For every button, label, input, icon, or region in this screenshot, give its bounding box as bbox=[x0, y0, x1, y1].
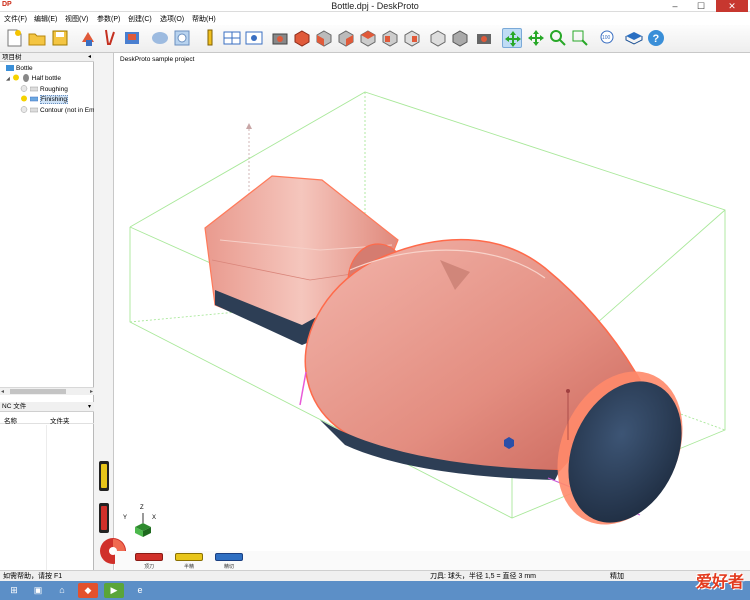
menu-file[interactable]: 文件(F) bbox=[4, 14, 27, 24]
pin-icon[interactable]: ◂ bbox=[88, 53, 91, 62]
svg-text:100: 100 bbox=[602, 35, 611, 41]
save-project-icon[interactable] bbox=[50, 28, 70, 48]
model-render bbox=[129, 91, 726, 525]
axis-z-label: Z bbox=[140, 505, 144, 511]
deskproto-taskbar-icon[interactable]: ◆ bbox=[78, 583, 98, 598]
open-project-icon[interactable] bbox=[27, 28, 47, 48]
axis-x-label: X bbox=[152, 515, 157, 521]
project-icon bbox=[6, 65, 14, 72]
window-title: Bottle.dpj - DeskProto bbox=[331, 1, 419, 11]
book-icon[interactable] bbox=[624, 28, 644, 48]
layout-grid-icon[interactable] bbox=[222, 28, 242, 48]
menu-parameters[interactable]: 参数(P) bbox=[97, 14, 120, 24]
menu-edit[interactable]: 编辑(E) bbox=[34, 14, 57, 24]
taskbar: ⊞ ▣ ⌂ ◆ ▶ e bbox=[0, 581, 750, 600]
finish-mode-label: 精切 bbox=[223, 564, 234, 570]
3d-viewport[interactable]: DeskProto sample project Z X Y bbox=[115, 53, 750, 551]
side-controls bbox=[94, 53, 114, 570]
bulb-off-icon bbox=[20, 85, 28, 93]
explorer-icon[interactable]: ▣ bbox=[28, 583, 48, 598]
view-iso2-icon[interactable] bbox=[450, 28, 470, 48]
menu-options[interactable]: 选项(O) bbox=[160, 14, 184, 24]
tree-scrollbar[interactable]: ◂ ▸ bbox=[0, 387, 94, 395]
browser-icon[interactable]: e bbox=[130, 583, 150, 598]
roughing-mode-label: 顶刀 bbox=[143, 564, 154, 570]
view-front-icon[interactable] bbox=[314, 28, 334, 48]
nc-columns: 名称 文件夹 bbox=[0, 415, 94, 425]
close-button[interactable]: ✕ bbox=[716, 0, 748, 12]
store-icon[interactable]: ⌂ bbox=[52, 583, 72, 598]
zoom-window-icon[interactable] bbox=[570, 28, 590, 48]
side-indicators bbox=[99, 461, 109, 533]
maximize-button[interactable]: ☐ bbox=[690, 0, 712, 12]
bulb-off-icon bbox=[20, 106, 28, 114]
scroll-right-icon[interactable]: ▸ bbox=[90, 388, 93, 395]
view-iso-icon[interactable] bbox=[428, 28, 448, 48]
pencil-icon[interactable] bbox=[200, 28, 220, 48]
column-folder[interactable]: 文件夹 bbox=[50, 415, 70, 425]
axis-triad-icon bbox=[135, 513, 151, 537]
view-bottom-icon[interactable] bbox=[402, 28, 422, 48]
bulb-icon bbox=[12, 74, 19, 81]
minimize-button[interactable]: – bbox=[664, 0, 686, 12]
scroll-thumb[interactable] bbox=[10, 389, 66, 394]
start-icon[interactable]: ⊞ bbox=[4, 583, 24, 598]
dropdown-icon[interactable]: ▾ bbox=[88, 402, 91, 412]
menu-create[interactable]: 创建(C) bbox=[128, 14, 152, 24]
operation-icon bbox=[30, 108, 38, 113]
view-right-icon[interactable] bbox=[336, 28, 356, 48]
view-back-icon[interactable] bbox=[358, 28, 378, 48]
render-icon[interactable] bbox=[474, 28, 494, 48]
project-tree-title: 项目树 bbox=[2, 54, 22, 61]
tree-item-finishing[interactable]: Finishing bbox=[20, 95, 69, 105]
view-left-icon[interactable] bbox=[380, 28, 400, 48]
move-icon[interactable] bbox=[526, 28, 546, 48]
layout-single-icon[interactable] bbox=[244, 28, 264, 48]
toolbar: 100 ? bbox=[0, 25, 750, 53]
view-camera-icon[interactable] bbox=[270, 28, 290, 48]
nc-files-title: NC 文件 bbox=[2, 403, 27, 410]
semifinish-mode-button[interactable] bbox=[175, 553, 203, 561]
operation-icon bbox=[30, 87, 38, 92]
tool-icon[interactable] bbox=[100, 28, 120, 48]
roughing-mode-button[interactable] bbox=[135, 553, 163, 561]
menu-help[interactable]: 帮助(H) bbox=[192, 14, 216, 24]
watermark-logo: 爱好者 bbox=[695, 572, 744, 591]
zoom-100-icon[interactable]: 100 bbox=[598, 28, 618, 48]
svg-text:?: ? bbox=[653, 33, 660, 45]
menu-view[interactable]: 视图(V) bbox=[65, 14, 88, 24]
left-panel: 项目树 ◂ Bottle ◢ Half bottle Roughing Fini… bbox=[0, 53, 95, 570]
preview-icon[interactable] bbox=[172, 28, 192, 48]
nc-files-header: NC 文件 ▾ bbox=[0, 402, 94, 412]
menu-bar: 文件(F) 编辑(E) 视图(V) 参数(P) 创建(C) 选项(O) 帮助(H… bbox=[0, 12, 750, 25]
title-bar: DP Bottle.dpj - DeskProto – ☐ ✕ bbox=[0, 0, 750, 12]
project-tree-header: 项目树 ◂ bbox=[0, 53, 94, 62]
view-top-icon[interactable] bbox=[292, 28, 312, 48]
machine-icon[interactable] bbox=[150, 28, 170, 48]
column-divider bbox=[46, 425, 47, 570]
zoom-icon[interactable] bbox=[548, 28, 568, 48]
expand-icon[interactable]: ◢ bbox=[6, 76, 10, 82]
help-icon[interactable]: ? bbox=[646, 28, 666, 48]
finish-mode-button[interactable] bbox=[215, 553, 243, 561]
pan-move-icon[interactable] bbox=[502, 28, 522, 48]
export-icon[interactable] bbox=[122, 28, 142, 48]
tree-item-roughing[interactable]: Roughing bbox=[20, 85, 68, 95]
tree-item-half-bottle[interactable]: ◢ Half bottle bbox=[6, 74, 61, 84]
media-icon[interactable]: ▶ bbox=[104, 583, 124, 598]
tree-item-bottle[interactable]: Bottle bbox=[6, 64, 33, 74]
status-bar: 如需帮助，请按 F1 刀具: 球头，半径 1,5 = 直径 3 mm 精加 bbox=[0, 570, 750, 581]
column-name[interactable]: 名称 bbox=[4, 415, 17, 425]
axis-y-label: Y bbox=[123, 515, 128, 521]
operation-icon bbox=[30, 97, 38, 102]
bulb-icon bbox=[21, 95, 27, 102]
mode-bar: 顶刀 半精 精切 bbox=[115, 551, 750, 570]
new-project-icon[interactable] bbox=[4, 28, 24, 48]
import-part-icon[interactable] bbox=[78, 28, 98, 48]
tree-item-contour[interactable]: Contour (not in Em bbox=[20, 106, 95, 116]
part-icon bbox=[22, 74, 29, 83]
scroll-left-icon[interactable]: ◂ bbox=[1, 388, 4, 395]
semifinish-mode-label: 半精 bbox=[183, 564, 194, 570]
